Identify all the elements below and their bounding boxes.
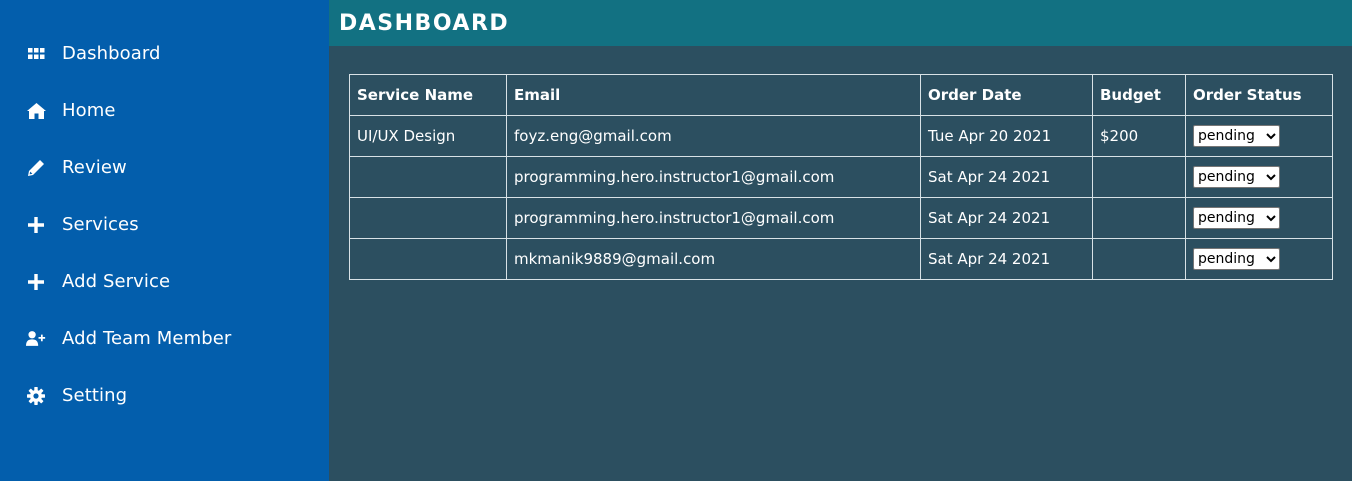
cell-order-date: Sat Apr 24 2021 [920, 197, 1093, 239]
order-status-select[interactable]: pending [1193, 125, 1280, 147]
sidebar-item-label: Add Service [62, 271, 171, 292]
sidebar-item-dashboard[interactable]: Dashboard [0, 25, 329, 82]
cell-email: foyz.eng@gmail.com [506, 115, 921, 157]
table-row: programming.hero.instructor1@gmail.com S… [349, 156, 1333, 198]
cell-order-date: Tue Apr 20 2021 [920, 115, 1093, 157]
sidebar-item-label: Add Team Member [62, 328, 232, 349]
cell-order-date: Sat Apr 24 2021 [920, 238, 1093, 280]
cell-service-name [349, 156, 507, 198]
cell-budget [1092, 197, 1186, 239]
cell-budget [1092, 238, 1186, 280]
grid-icon [26, 44, 46, 64]
gear-icon [26, 386, 46, 406]
order-status-select[interactable]: pending [1193, 166, 1280, 188]
home-icon [26, 101, 46, 121]
main-content: DASHBOARD Service Name Email Order Date … [329, 0, 1352, 481]
cell-order-status: pending [1185, 238, 1333, 280]
cell-service-name [349, 238, 507, 280]
sidebar-item-label: Dashboard [62, 43, 161, 64]
column-header-order-date: Order Date [920, 74, 1093, 116]
column-header-email: Email [506, 74, 921, 116]
cell-service-name: UI/UX Design [349, 115, 507, 157]
plus-icon [26, 215, 46, 235]
cell-email: mkmanik9889@gmail.com [506, 238, 921, 280]
sidebar-item-label: Services [62, 214, 139, 235]
sidebar-item-label: Setting [62, 385, 128, 406]
order-status-select[interactable]: pending [1193, 248, 1280, 270]
cell-order-status: pending [1185, 156, 1333, 198]
cell-budget [1092, 156, 1186, 198]
orders-table-container: Service Name Email Order Date Budget Ord… [349, 74, 1333, 280]
sidebar-item-add-team-member[interactable]: Add Team Member [0, 310, 329, 367]
user-plus-icon [26, 329, 46, 349]
sidebar: Dashboard Home Review Services Add Servi… [0, 0, 329, 481]
sidebar-item-home[interactable]: Home [0, 82, 329, 139]
column-header-service-name: Service Name [349, 74, 507, 116]
sidebar-item-review[interactable]: Review [0, 139, 329, 196]
sidebar-item-label: Home [62, 100, 116, 121]
cell-order-status: pending [1185, 115, 1333, 157]
table-row: UI/UX Design foyz.eng@gmail.com Tue Apr … [349, 115, 1333, 157]
app-root: Dashboard Home Review Services Add Servi… [0, 0, 1352, 481]
orders-table: Service Name Email Order Date Budget Ord… [349, 74, 1333, 280]
table-row: programming.hero.instructor1@gmail.com S… [349, 197, 1333, 239]
cell-order-date: Sat Apr 24 2021 [920, 156, 1093, 198]
cell-email: programming.hero.instructor1@gmail.com [506, 156, 921, 198]
page-title: DASHBOARD [339, 10, 510, 36]
cell-order-status: pending [1185, 197, 1333, 239]
sidebar-item-services[interactable]: Services [0, 196, 329, 253]
table-header-row: Service Name Email Order Date Budget Ord… [349, 74, 1333, 116]
cell-email: programming.hero.instructor1@gmail.com [506, 197, 921, 239]
plus-icon [26, 272, 46, 292]
table-row: mkmanik9889@gmail.com Sat Apr 24 2021 pe… [349, 238, 1333, 280]
sidebar-item-add-service[interactable]: Add Service [0, 253, 329, 310]
column-header-order-status: Order Status [1185, 74, 1333, 116]
sidebar-item-setting[interactable]: Setting [0, 367, 329, 424]
top-bar: DASHBOARD [329, 0, 1352, 46]
cell-service-name [349, 197, 507, 239]
pencil-icon [26, 158, 46, 178]
sidebar-item-label: Review [62, 157, 127, 178]
cell-budget: $200 [1092, 115, 1186, 157]
order-status-select[interactable]: pending [1193, 207, 1280, 229]
column-header-budget: Budget [1092, 74, 1186, 116]
